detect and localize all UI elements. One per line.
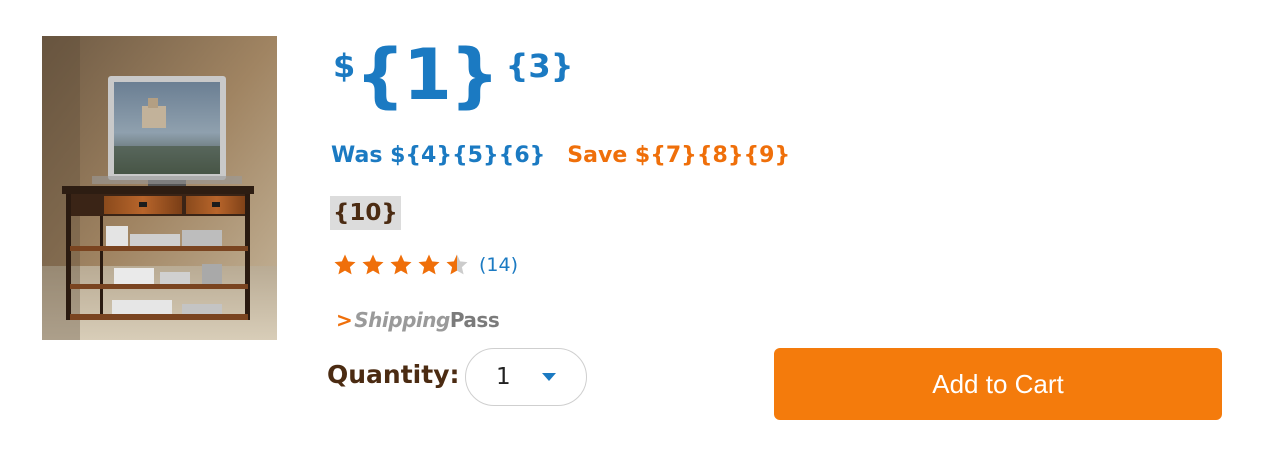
product-image[interactable] — [42, 36, 277, 340]
current-price: $ {1} {3} — [333, 40, 573, 110]
shippingpass-chevron-icon: > — [336, 308, 353, 332]
was-price: Was ${4}{5}{6} — [331, 143, 546, 168]
rating[interactable]: (14) — [333, 253, 518, 277]
price-cents: {3} — [505, 47, 574, 85]
quantity-value: 1 — [496, 364, 511, 390]
star-icon — [390, 254, 412, 275]
save-amount: Save ${7}{8}{9} — [567, 143, 791, 168]
chevron-down-icon — [542, 373, 556, 381]
quantity-label: Quantity: — [327, 360, 460, 389]
shippingpass-prefix: Shipping — [354, 308, 450, 332]
price-whole: {1} — [355, 34, 499, 116]
price-comparison: Was ${4}{5}{6} Save ${7}{8}{9} — [331, 143, 790, 168]
price-currency: $ — [333, 47, 356, 85]
star-icon — [334, 254, 356, 275]
star-icon — [418, 254, 440, 275]
product-card: $ {1} {3} Was ${4}{5}{6} Save ${7}{8}{9}… — [0, 0, 1270, 464]
shippingpass-suffix: Pass — [449, 308, 500, 332]
star-icon — [446, 254, 468, 275]
rating-stars — [333, 253, 469, 277]
shippingpass-logo: > Shipping Pass — [336, 308, 500, 332]
promo-badge: {10} — [330, 196, 401, 230]
add-to-cart-button[interactable]: Add to Cart — [774, 348, 1222, 420]
star-icon — [362, 254, 384, 275]
quantity-dropdown[interactable]: 1 — [465, 348, 587, 406]
review-count-link[interactable]: (14) — [479, 254, 518, 276]
